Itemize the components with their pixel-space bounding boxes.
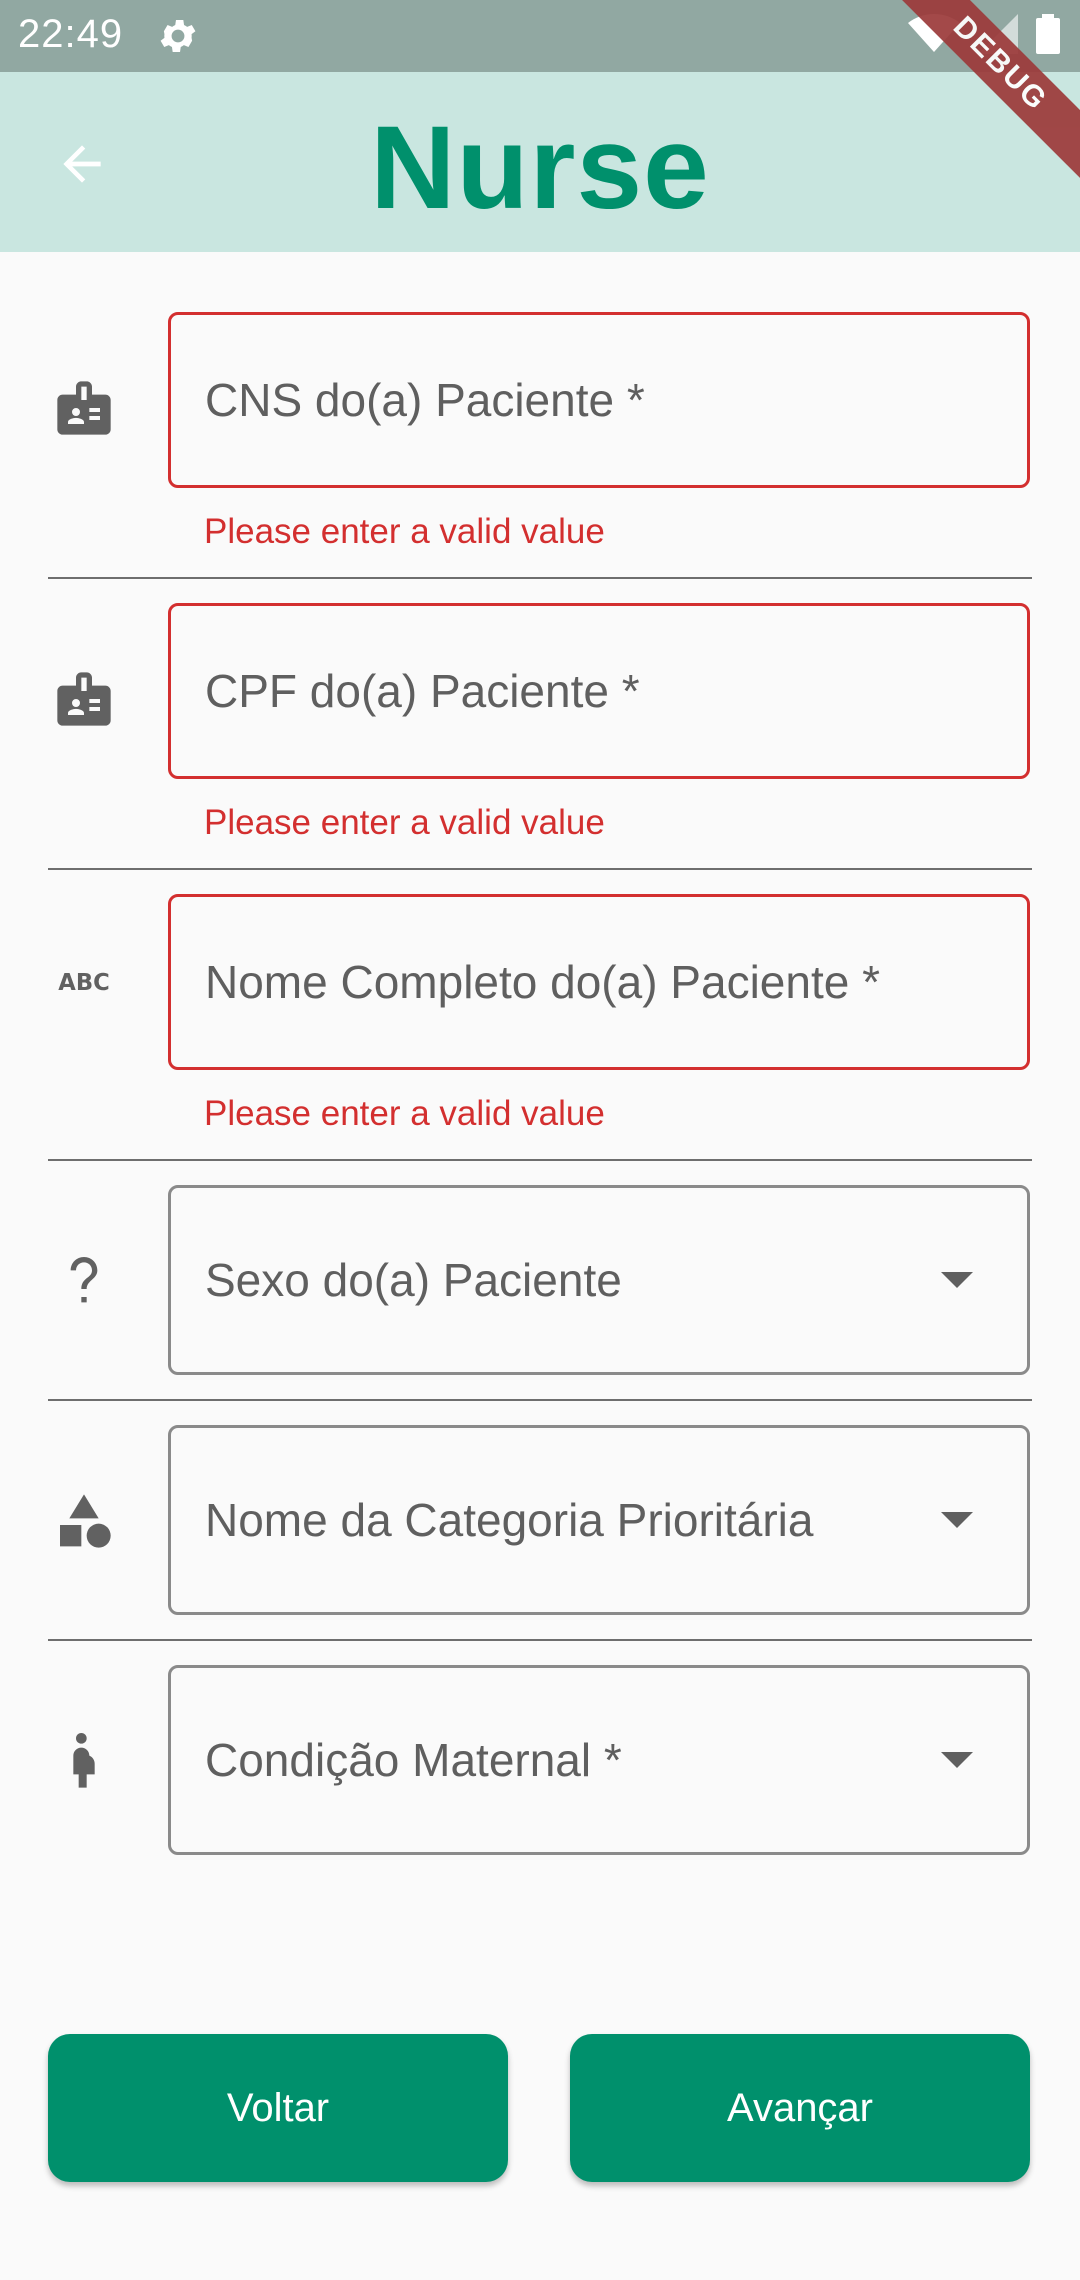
back-button-label: Voltar: [226, 2085, 330, 2130]
cpf-row: CPF do(a) Paciente * Please enter a vali…: [0, 603, 1080, 871]
next-button-label: Avançar: [726, 2085, 873, 2130]
battery-icon: [1036, 13, 1060, 59]
settings-gear-icon: [156, 14, 200, 58]
dropdown-arrow-icon: [941, 1272, 973, 1288]
question-mark-icon: [48, 1245, 120, 1317]
cpf-input[interactable]: CPF do(a) Paciente *: [168, 603, 1030, 779]
priority-category-dropdown-label: Nome da Categoria Prioritária: [205, 1494, 814, 1546]
maternal-condition-dropdown[interactable]: Condição Maternal *: [168, 1665, 1030, 1855]
full-name-input[interactable]: Nome Completo do(a) Paciente *: [168, 894, 1030, 1070]
divider: [48, 1159, 1032, 1161]
maternal-condition-row: Condição Maternal *: [0, 1665, 1080, 1855]
sex-dropdown[interactable]: Sexo do(a) Paciente: [168, 1185, 1030, 1375]
cns-input[interactable]: CNS do(a) Paciente *: [168, 312, 1030, 488]
page-title: Nurse: [370, 102, 710, 234]
priority-category-row: Nome da Categoria Prioritária: [0, 1425, 1080, 1615]
back-button[interactable]: Voltar: [48, 2034, 508, 2182]
pregnant-woman-icon: [48, 1725, 120, 1797]
sex-dropdown-label: Sexo do(a) Paciente: [205, 1254, 622, 1306]
cpf-error-text: Please enter a valid value: [204, 803, 605, 842]
cpf-input-label: CPF do(a) Paciente *: [205, 665, 640, 717]
dropdown-arrow-icon: [941, 1512, 973, 1528]
dropdown-arrow-icon: [941, 1752, 973, 1768]
divider: [48, 577, 1032, 579]
next-button[interactable]: Avançar: [570, 2034, 1030, 2182]
abc-icon: ABC: [48, 946, 120, 1018]
divider: [48, 1399, 1032, 1401]
cns-input-label: CNS do(a) Paciente *: [205, 374, 645, 426]
badge-icon: [48, 663, 120, 735]
cns-row: CNS do(a) Paciente * Please enter a vali…: [0, 312, 1080, 580]
svg-text:ABC: ABC: [58, 970, 109, 996]
priority-category-dropdown[interactable]: Nome da Categoria Prioritária: [168, 1425, 1030, 1615]
status-time: 22:49: [18, 12, 124, 56]
cns-error-text: Please enter a valid value: [204, 512, 605, 551]
category-icon: [48, 1485, 120, 1557]
divider: [48, 1639, 1032, 1641]
sex-row: Sexo do(a) Paciente: [0, 1185, 1080, 1375]
divider: [48, 868, 1032, 870]
full-name-row: ABC Nome Completo do(a) Paciente * Pleas…: [0, 894, 1080, 1162]
maternal-condition-dropdown-label: Condição Maternal *: [205, 1734, 622, 1786]
badge-icon: [48, 372, 120, 444]
app-bar: Nurse: [0, 72, 1080, 252]
full-name-input-label: Nome Completo do(a) Paciente *: [205, 956, 880, 1008]
full-name-error-text: Please enter a valid value: [204, 1094, 605, 1133]
